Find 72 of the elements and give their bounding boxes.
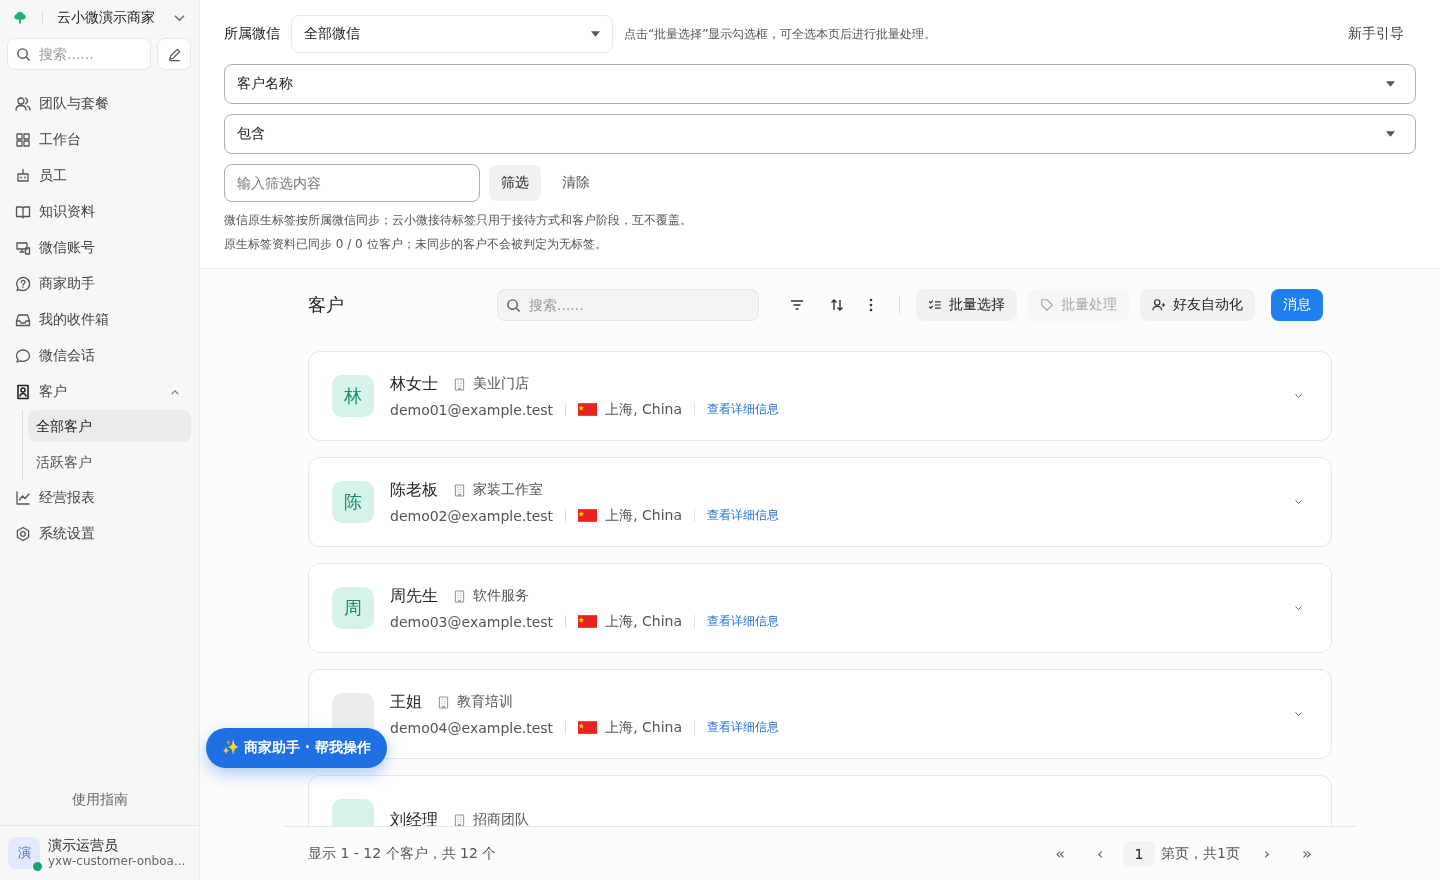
customer-name: 周先生 — [390, 585, 438, 607]
field-label: 所属微信 — [224, 25, 280, 43]
details-link[interactable]: 查看详细信息 — [707, 401, 779, 418]
action-button[interactable]: 消息 — [1271, 289, 1323, 321]
assistant-button[interactable]: ✨ 商家助手 · 帮我操作 — [206, 728, 387, 768]
location-text: 上海, China — [605, 612, 682, 631]
action-button[interactable]: 批量选择 — [916, 289, 1017, 321]
filter-input[interactable]: 输入筛选内容 — [224, 164, 480, 202]
nav-item[interactable]: 微信会话 — [8, 338, 191, 374]
details-link[interactable]: 查看详细信息 — [707, 719, 779, 736]
clear-button[interactable]: 清除 — [550, 165, 602, 201]
page-title: 客户 — [308, 293, 345, 317]
field-select[interactable]: 客户名称 — [224, 64, 1416, 104]
nav-item[interactable]: 客户 — [8, 374, 191, 410]
company-name: 家装工作室 — [473, 481, 543, 499]
customer-email: demo03@example.test — [390, 613, 554, 630]
customer-name: 陈老板 — [390, 479, 438, 501]
user-avatar[interactable]: 演 — [8, 837, 40, 869]
page-info: 第页，共1页 — [1161, 844, 1240, 863]
customer-name: 林女士 — [390, 373, 438, 395]
avatar: 林 — [332, 375, 374, 417]
first-page-button[interactable]: « — [1043, 839, 1078, 868]
customer-card[interactable]: 陈 陈老板 家装工作室 demo02@example.test 上海, China 查看详细信息 — [308, 457, 1332, 547]
guide-link[interactable]: 使用指南 — [71, 791, 128, 825]
customer-name: 王姐 — [390, 691, 422, 713]
account-select[interactable]: 全部微信 — [291, 15, 613, 53]
customer-card[interactable]: 林 林女士 美业门店 demo01@example.test 上海, China 查看详细信息 — [308, 351, 1332, 441]
location-text: 上海, China — [605, 718, 682, 737]
avatar: 陈 — [332, 481, 374, 523]
nav-item[interactable]: 经营报表 — [8, 480, 191, 516]
company-name: 美业门店 — [473, 375, 529, 393]
company-name: 教育培训 — [457, 693, 513, 711]
note-text: 微信原生标签按所属微信同步；云小微接待标签只用于接待方式和客户阶段，互不覆盖。 — [224, 212, 693, 228]
avatar: 周 — [332, 587, 374, 629]
filter-button[interactable]: 筛选 — [489, 165, 541, 201]
hint-text: 点击“批量选择”显示勾选框，可全选本页后进行批量处理。 — [624, 25, 938, 43]
page-number[interactable]: 1 — [1123, 840, 1156, 867]
customer-card[interactable]: 刘经理 招商团队 — [308, 775, 1332, 826]
location-text: 上海, China — [605, 400, 682, 419]
result-summary: 显示 1 - 12 个客户，共 12 个 — [308, 844, 497, 863]
action-button[interactable]: 好友自动化 — [1140, 289, 1255, 321]
nav-item[interactable]: 商家助手 — [8, 266, 191, 302]
nav-subitem[interactable]: 全部客户 — [28, 410, 191, 442]
details-link[interactable]: 查看详细信息 — [707, 507, 779, 524]
nav-item[interactable]: 微信账号 — [8, 230, 191, 266]
workspace-name[interactable]: 云小微演示商家 — [57, 9, 166, 27]
customer-email: demo01@example.test — [390, 401, 554, 418]
last-page-button[interactable]: » — [1290, 839, 1324, 868]
nav-item[interactable]: 员工 — [8, 158, 191, 194]
nav-item[interactable]: 我的收件箱 — [8, 302, 191, 338]
previous-page-button[interactable]: ‹ — [1083, 839, 1118, 868]
user-name: 演示运营员 — [48, 837, 119, 853]
nav-item[interactable]: 工作台 — [8, 122, 191, 158]
company-name: 软件服务 — [473, 587, 529, 605]
details-link[interactable]: 查看详细信息 — [707, 613, 779, 630]
company-name: 招商团队 — [473, 811, 529, 826]
note-text: 原生标签资料已同步 0 / 0 位客户；未同步的客户不会被判定为无标签。 — [224, 236, 608, 252]
nav-item[interactable]: 知识资料 — [8, 194, 191, 230]
nav-item[interactable]: 团队与套餐 — [8, 86, 191, 122]
customer-email: demo02@example.test — [390, 507, 554, 524]
customer-card[interactable]: 周 周先生 软件服务 demo03@example.test 上海, China 查看详细信息 — [308, 563, 1332, 653]
onboarding-link[interactable]: 新手引导 — [1348, 25, 1404, 43]
customer-email: demo04@example.test — [390, 719, 554, 736]
location-text: 上海, China — [605, 506, 682, 525]
user-email: yxw-customer-onboa... — [48, 853, 186, 869]
search-field[interactable]: 搜索...... — [7, 38, 151, 70]
nav-item[interactable]: 系统设置 — [8, 516, 191, 552]
next-page-button[interactable]: › — [1250, 839, 1284, 868]
search-field[interactable]: 搜索...... — [497, 289, 759, 321]
operator-select[interactable]: 包含 — [224, 114, 1416, 154]
customer-name: 刘经理 — [390, 809, 438, 826]
nav-subitem[interactable]: 活跃客户 — [28, 446, 191, 478]
